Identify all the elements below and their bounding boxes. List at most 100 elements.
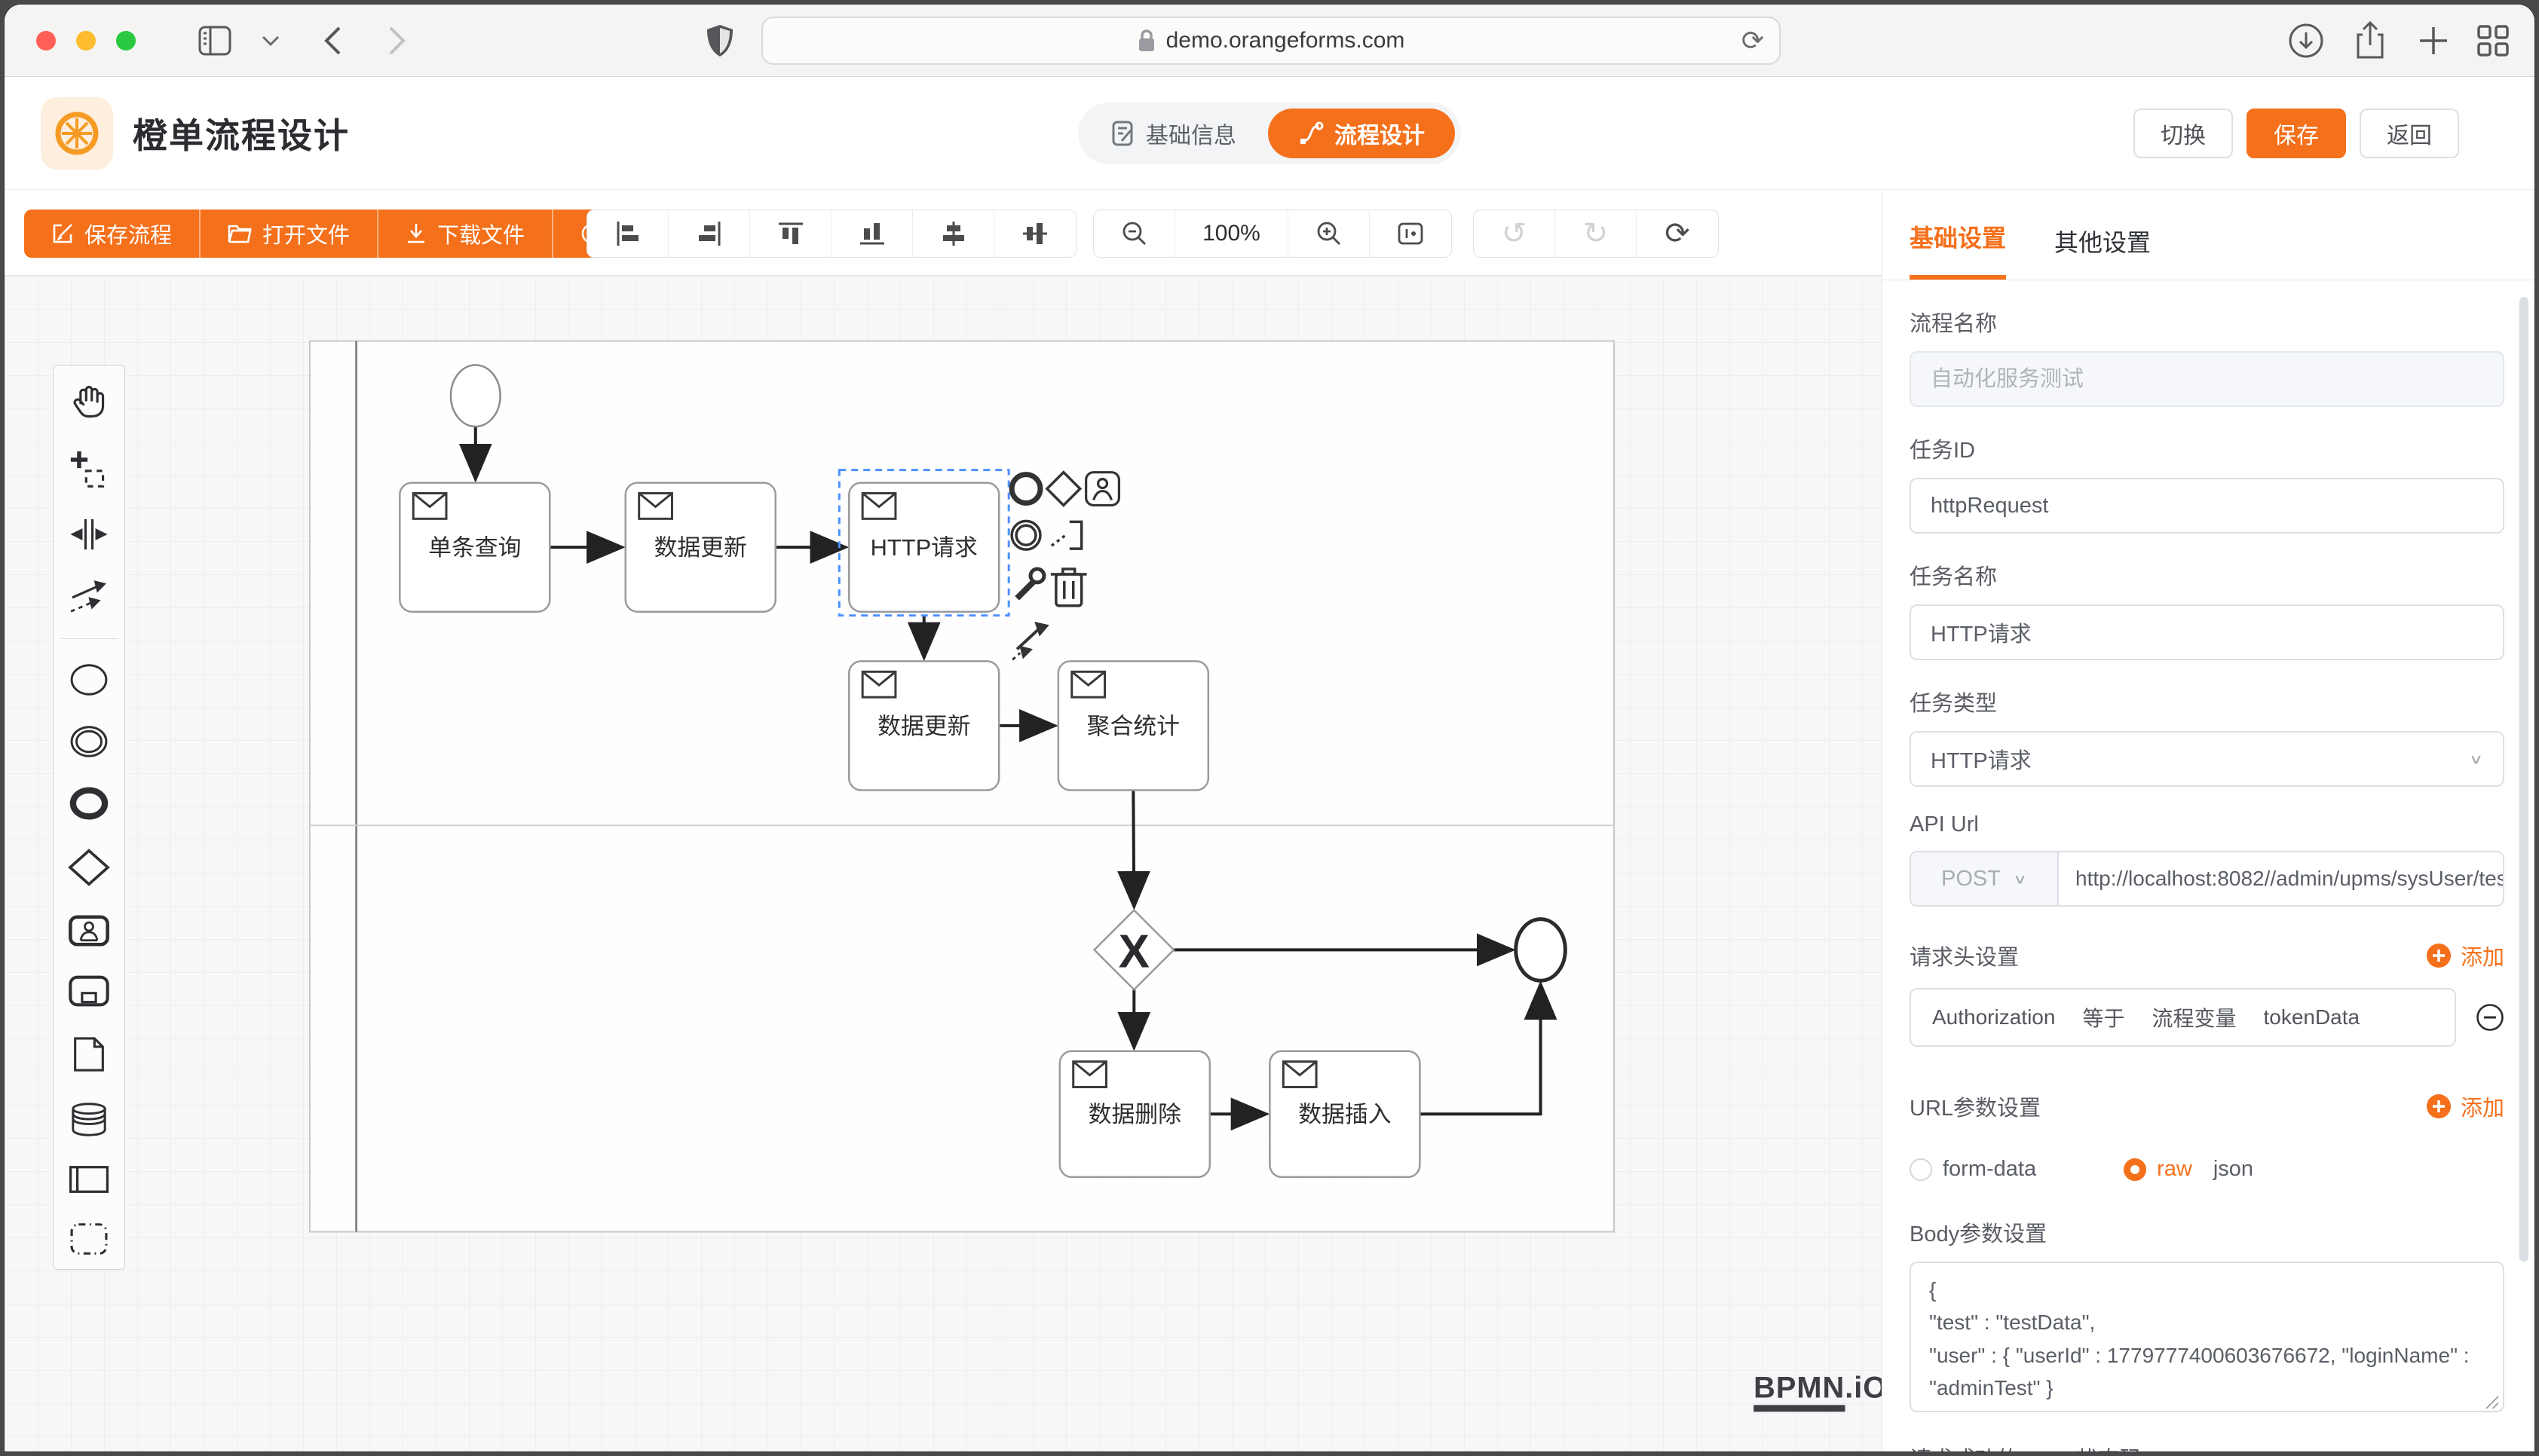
add-url-param-label: 添加 xyxy=(2461,1090,2504,1122)
reload-icon[interactable]: ⟳ xyxy=(1741,27,1764,54)
align-center-vertical-button[interactable] xyxy=(994,210,1076,257)
header-value: tokenData xyxy=(2263,1005,2360,1029)
traffic-lights xyxy=(36,31,136,50)
radio-raw[interactable] xyxy=(2124,1158,2146,1181)
tab-basic-info[interactable]: 基础信息 xyxy=(1078,117,1262,150)
app-logo xyxy=(41,97,113,170)
lasso-tool-icon[interactable] xyxy=(69,450,109,489)
create-user-task-icon[interactable] xyxy=(68,915,110,947)
align-center-horizontal-button[interactable] xyxy=(913,210,994,257)
zoom-out-button[interactable] xyxy=(1094,210,1175,257)
task-name-input[interactable] xyxy=(1910,604,2504,660)
tab-overview-icon[interactable] xyxy=(2476,5,2510,77)
reset-button[interactable]: ⟳ xyxy=(1637,210,1718,257)
minimize-window-button[interactable] xyxy=(76,31,96,50)
panel-scrollbar[interactable] xyxy=(2519,297,2528,1262)
svg-text:单条查询: 单条查询 xyxy=(428,534,521,561)
plus-circle-icon xyxy=(2426,1094,2452,1119)
task-type-select[interactable]: HTTP请求 ∨ xyxy=(1910,731,2504,787)
api-url-input[interactable]: http://localhost:8082//admin/upms/sysUse… xyxy=(2059,852,2503,905)
radio-form-data[interactable] xyxy=(1910,1158,1932,1181)
forward-button[interactable] xyxy=(386,5,409,77)
space-tool-icon[interactable] xyxy=(69,518,109,551)
undo-button[interactable]: ↺ xyxy=(1474,210,1555,257)
bpmn-canvas[interactable]: 单条查询 数据更新 HTTP请求 xyxy=(5,276,1882,1451)
create-intermediate-event-icon[interactable] xyxy=(69,725,109,758)
body-params-textarea[interactable]: { "test" : "testData", "user" : { "userI… xyxy=(1910,1262,2504,1412)
add-header-label: 添加 xyxy=(2461,940,2504,971)
create-end-event-icon[interactable] xyxy=(69,787,109,820)
task-data-update-1[interactable]: 数据更新 xyxy=(626,483,776,612)
save-flow-button[interactable]: 保存流程 xyxy=(24,210,201,258)
flow-task5-gateway[interactable] xyxy=(1133,791,1134,904)
task-id-input[interactable] xyxy=(1910,478,2504,534)
form-icon xyxy=(1111,121,1135,146)
downloads-icon[interactable] xyxy=(2287,5,2325,77)
tab-process-design[interactable]: 流程设计 xyxy=(1268,109,1455,158)
raw-format-value[interactable]: json xyxy=(2213,1157,2253,1182)
switch-button[interactable]: 切换 xyxy=(2133,109,2233,158)
header-param-box[interactable]: Authorization 等于 流程变量 tokenData xyxy=(1910,988,2456,1047)
header-param-row: Authorization 等于 流程变量 tokenData xyxy=(1910,988,2504,1047)
history-tools-group: ↺ ↻ ⟳ xyxy=(1473,210,1719,258)
remove-header-button[interactable] xyxy=(2476,1003,2504,1032)
create-start-event-icon[interactable] xyxy=(69,663,109,696)
folder-icon xyxy=(228,223,252,244)
shield-icon[interactable] xyxy=(706,5,734,77)
task-data-update-2[interactable]: 数据更新 xyxy=(849,661,999,790)
lock-icon xyxy=(1138,29,1156,53)
chevron-down-icon[interactable] xyxy=(261,5,280,77)
add-header-button[interactable]: 添加 xyxy=(2426,940,2504,971)
align-top-button[interactable] xyxy=(750,210,832,257)
fit-viewport-button[interactable] xyxy=(1370,210,1451,257)
task-data-delete[interactable]: 数据删除 xyxy=(1060,1051,1210,1177)
save-button[interactable]: 保存 xyxy=(2247,109,2346,158)
open-file-button[interactable]: 打开文件 xyxy=(201,210,378,258)
new-tab-icon[interactable] xyxy=(2417,5,2450,77)
create-gateway-icon[interactable] xyxy=(68,849,110,886)
open-file-label: 打开文件 xyxy=(262,218,350,249)
task-aggregate-stats[interactable]: 聚合统计 xyxy=(1058,661,1208,790)
close-window-button[interactable] xyxy=(36,31,56,50)
bpmn-palette xyxy=(53,365,125,1270)
zoom-in-button[interactable] xyxy=(1288,210,1370,257)
create-data-store-icon[interactable] xyxy=(70,1102,108,1136)
global-connect-tool-icon[interactable] xyxy=(69,580,109,614)
save-flow-label: 保存流程 xyxy=(84,218,172,249)
task-data-insert[interactable]: 数据插入 xyxy=(1270,1051,1420,1177)
create-group-icon[interactable] xyxy=(69,1222,109,1256)
tab-basic-settings[interactable]: 基础设置 xyxy=(1910,219,2006,280)
hand-tool-icon[interactable] xyxy=(69,382,109,421)
start-event[interactable] xyxy=(451,365,501,427)
task-http-request[interactable]: HTTP请求 xyxy=(849,483,999,612)
align-left-button[interactable] xyxy=(587,210,669,257)
align-bottom-button[interactable] xyxy=(832,210,913,257)
share-icon[interactable] xyxy=(2354,5,2387,77)
add-url-param-button[interactable]: 添加 xyxy=(2426,1090,2504,1122)
url-bar[interactable]: demo.orangeforms.com ⟳ xyxy=(761,17,1781,65)
tab-other-settings[interactable]: 其他设置 xyxy=(2054,224,2151,280)
back-button[interactable] xyxy=(321,5,344,77)
plus-circle-icon xyxy=(2426,943,2452,968)
status-code-label: 请求成功的HTTP状态码 xyxy=(1910,1442,2504,1451)
header-type: 流程变量 xyxy=(2152,1002,2236,1032)
bpmn-io-watermark[interactable]: BPMN.iO xyxy=(1753,1371,1882,1412)
sidebar-icon[interactable] xyxy=(198,5,232,77)
browser-window: demo.orangeforms.com ⟳ xyxy=(5,5,2534,1451)
back-button-app[interactable]: 返回 xyxy=(2360,109,2459,158)
svg-text:X: X xyxy=(1119,925,1150,977)
maximize-window-button[interactable] xyxy=(116,31,136,50)
create-participant-icon[interactable] xyxy=(68,1165,110,1194)
minus-circle-icon xyxy=(2476,1003,2504,1032)
http-method-select[interactable]: POST ∨ xyxy=(1911,852,2059,905)
create-data-object-icon[interactable] xyxy=(72,1035,106,1073)
create-subprocess-icon[interactable] xyxy=(68,975,110,1007)
task-type-label: 任务类型 xyxy=(1910,686,2504,717)
process-name-input[interactable] xyxy=(1910,351,2504,407)
chevron-down-icon: ∨ xyxy=(2469,751,2483,767)
align-right-button[interactable] xyxy=(669,210,750,257)
redo-button[interactable]: ↻ xyxy=(1555,210,1637,257)
end-event[interactable] xyxy=(1516,919,1566,981)
task-single-query[interactable]: 单条查询 xyxy=(400,483,550,612)
download-file-button[interactable]: 下载文件 xyxy=(378,210,553,258)
